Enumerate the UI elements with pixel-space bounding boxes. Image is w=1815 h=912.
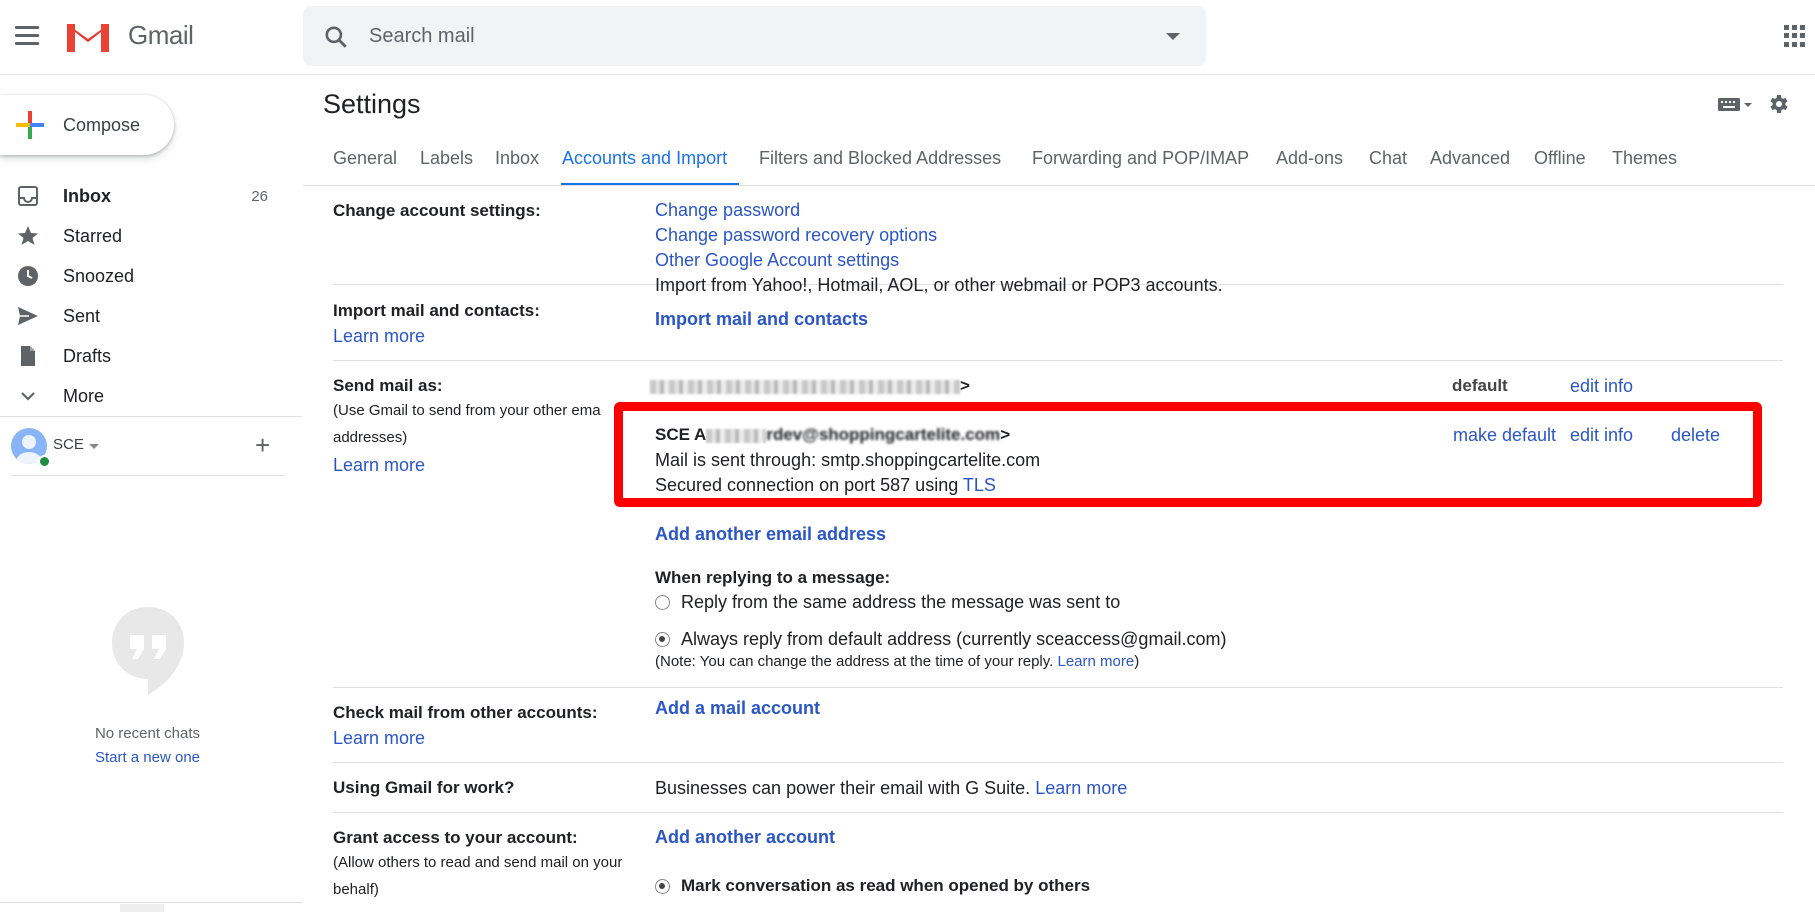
sidebar-bottom-tab[interactable] [120, 904, 164, 912]
add-another-email-link[interactable]: Add another email address [655, 524, 886, 545]
send-mail-as-description: (Use Gmail to send from your other ema [333, 402, 601, 419]
send-mail-as-description-2: addresses) [333, 429, 408, 446]
page-title: Settings [323, 89, 421, 119]
reply-note: (Note: You can change the address at the… [655, 653, 1140, 670]
tab-labels[interactable]: Labels [420, 148, 473, 169]
highlight-annotation [614, 402, 1762, 507]
change-password-recovery-link[interactable]: Change password recovery options [655, 225, 937, 246]
primary-address: > [650, 376, 970, 396]
grant-access-description-2: behalf) [333, 881, 379, 898]
add-mail-account-link[interactable]: Add a mail account [655, 698, 820, 719]
new-chat-plus-icon[interactable]: + [255, 432, 270, 458]
when-replying-label: When replying to a message: [655, 568, 891, 587]
row-divider [333, 762, 1783, 763]
tab-themes[interactable]: Themes [1612, 148, 1677, 169]
reply-default-address-radio[interactable] [655, 632, 670, 647]
inbox-icon [18, 186, 38, 206]
import-description: Import from Yahoo!, Hotmail, AOL, or oth… [655, 275, 1223, 295]
send-mail-as-label: Send mail as: [333, 376, 443, 395]
inbox-count: 26 [251, 188, 268, 205]
tabs-divider [303, 185, 1815, 186]
search-icon[interactable] [323, 24, 349, 50]
change-password-link[interactable]: Change password [655, 200, 800, 221]
tab-forwarding-and-pop-imap[interactable]: Forwarding and POP/IMAP [1032, 148, 1249, 169]
add-another-account-link[interactable]: Add another account [655, 827, 835, 848]
tab-add-ons[interactable]: Add-ons [1276, 148, 1343, 169]
gsuite-text: Businesses can power their email with G … [655, 778, 1128, 798]
clock-icon [18, 266, 38, 286]
tab-chat[interactable]: Chat [1369, 148, 1407, 169]
tab-accounts-and-import[interactable]: Accounts and Import [562, 148, 727, 169]
reply-default-address-label: Always reply from default address (curre… [681, 629, 1227, 649]
hangouts-divider [11, 475, 285, 476]
sidebar-item-sent[interactable]: Sent [0, 296, 290, 336]
start-new-chat-link[interactable]: Start a new one [0, 749, 295, 766]
sidebar-item-snoozed[interactable]: Snoozed [0, 256, 290, 296]
send-icon [18, 307, 38, 325]
compose-label: Compose [63, 115, 141, 135]
sidebar-item-label: Sent [63, 306, 101, 326]
user-status-caret-icon[interactable] [89, 444, 99, 449]
reply-same-address-label: Reply from the same address the message … [681, 592, 1121, 612]
top-bar: Gmail [0, 0, 1815, 75]
sidebar-item-starred[interactable]: Starred [0, 216, 290, 256]
no-recent-chats-text: No recent chats [94, 725, 201, 742]
tab-inbox[interactable]: Inbox [495, 148, 539, 169]
sidebar-item-label: Snoozed [63, 266, 135, 286]
row-divider [333, 687, 1783, 688]
edit-info-link-primary[interactable]: edit info [1570, 376, 1633, 397]
check-mail-learn-more-link[interactable]: Learn more [333, 728, 425, 749]
tab-general[interactable]: General [333, 148, 397, 169]
mark-read-label: Mark conversation as read when opened by… [681, 876, 1091, 895]
star-icon [18, 226, 38, 245]
search-bar[interactable] [303, 6, 1206, 66]
sidebar-item-label: Inbox [63, 186, 111, 206]
check-mail-label: Check mail from other accounts: [333, 703, 598, 722]
row-divider [333, 812, 1783, 813]
apps-grid-icon[interactable] [1784, 25, 1806, 47]
default-label: default [1452, 376, 1508, 395]
note-learn-more-link[interactable]: Learn more [1057, 653, 1134, 670]
gmail-for-work-label: Using Gmail for work? [333, 778, 515, 797]
mark-read-radio[interactable] [655, 879, 670, 894]
compose-button[interactable]: Compose [0, 95, 174, 155]
gear-icon[interactable] [1766, 92, 1790, 116]
sidebar-item-drafts[interactable]: Drafts [0, 336, 290, 376]
chevron-down-icon [21, 392, 35, 401]
online-status-icon [38, 455, 51, 468]
sidebar-bottom-divider [0, 902, 302, 903]
tab-filters-and-blocked-addresses[interactable]: Filters and Blocked Addresses [759, 148, 1001, 169]
sidebar-item-label: Drafts [63, 346, 112, 366]
tab-advanced[interactable]: Advanced [1430, 148, 1510, 169]
grant-access-description: (Allow others to read and send mail on y… [333, 854, 623, 871]
reply-same-address-radio[interactable] [655, 595, 670, 610]
other-google-account-settings-link[interactable]: Other Google Account settings [655, 250, 899, 271]
redacted-address [650, 379, 960, 394]
gsuite-learn-more-link[interactable]: Learn more [1035, 778, 1127, 798]
sidebar-item-more[interactable]: More [0, 376, 290, 416]
row-divider [333, 360, 1783, 361]
hangouts-user[interactable]: SCE + [11, 428, 281, 468]
gmail-wordmark: Gmail [128, 20, 194, 50]
import-mail-and-contacts-link[interactable]: Import mail and contacts [655, 309, 868, 330]
sidebar-item-inbox[interactable]: Inbox 26 [0, 176, 290, 216]
tab-offline[interactable]: Offline [1534, 148, 1586, 169]
main-menu-icon[interactable] [15, 26, 39, 46]
import-mail-label: Import mail and contacts: [333, 301, 540, 320]
sidebar-divider [0, 416, 302, 417]
change-account-settings-label: Change account settings: [333, 201, 541, 220]
search-input[interactable] [369, 16, 1129, 56]
gmail-logo-icon[interactable] [64, 18, 112, 54]
plus-icon [16, 111, 44, 139]
send-as-learn-more-link[interactable]: Learn more [333, 455, 425, 476]
sidebar-item-label: More [63, 386, 105, 406]
draft-icon [21, 346, 35, 366]
sidebar-item-label: Starred [63, 226, 123, 246]
import-learn-more-link[interactable]: Learn more [333, 326, 425, 347]
search-options-caret-icon[interactable] [1166, 33, 1180, 40]
hangouts-icon [112, 607, 184, 695]
user-name: SCE [53, 436, 84, 453]
grant-access-label: Grant access to your account: [333, 828, 578, 847]
keyboard-icon[interactable] [1717, 95, 1753, 113]
